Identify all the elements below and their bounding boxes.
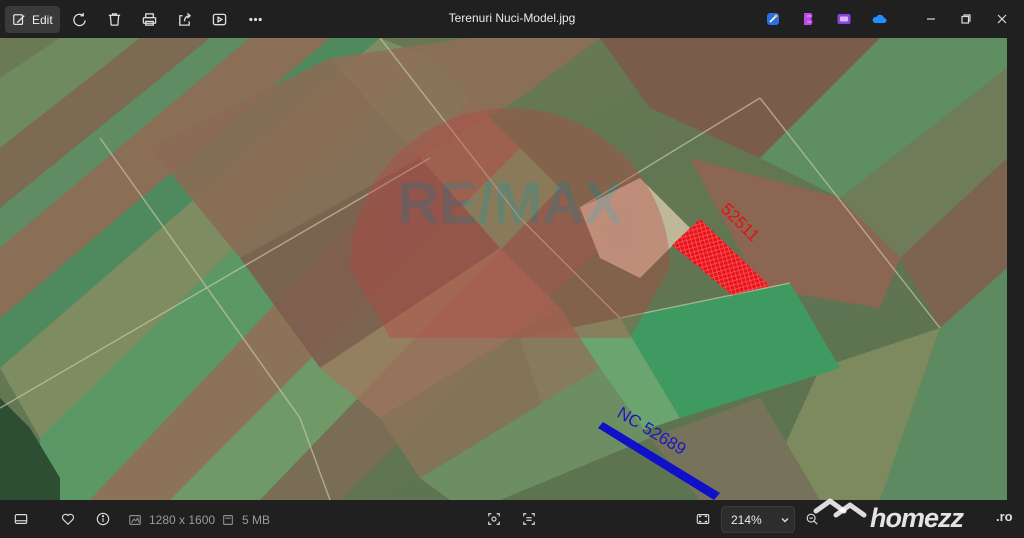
homezz-watermark-text: homezz (870, 503, 964, 533)
dimensions-icon-wrap (126, 511, 144, 529)
text-scan-button[interactable] (520, 510, 538, 528)
text-scan-icon (523, 513, 535, 525)
filmstrip-icon (14, 514, 28, 524)
print-button[interactable] (139, 9, 159, 29)
file-size-icon-wrap (219, 511, 237, 529)
delete-button[interactable] (104, 9, 124, 29)
share-icon (178, 12, 191, 26)
zoom-level: 214% (731, 512, 762, 527)
file-size-icon (223, 515, 233, 525)
file-info-button[interactable] (94, 510, 112, 528)
fit-to-window-button[interactable] (694, 510, 712, 528)
restore-icon (961, 14, 971, 24)
print-icon (142, 12, 156, 26)
photos-icon[interactable] (836, 11, 852, 27)
delete-icon (108, 12, 120, 26)
onedrive-icon[interactable] (871, 11, 887, 27)
slideshow-button[interactable] (209, 9, 229, 29)
edit-label: Edit (32, 12, 53, 27)
filmstrip-button[interactable] (12, 510, 30, 528)
clipchamp-icon[interactable] (801, 11, 817, 27)
homezz-watermark-suffix: .ro (996, 509, 1013, 524)
minimize-button[interactable] (921, 9, 941, 29)
visual-search-button[interactable] (485, 510, 503, 528)
fit-to-window-icon (696, 514, 710, 524)
edit-button[interactable]: Edit (5, 6, 60, 33)
chevron-down-icon (781, 517, 789, 522)
slideshow-icon (212, 13, 226, 25)
heart-icon (61, 513, 75, 526)
aerial-photo: RE/MAX 52511 NC 52689 (0, 38, 1007, 500)
rotate-button[interactable] (69, 9, 89, 29)
remax-logo-text: RE/MAX (397, 171, 623, 236)
restore-button[interactable] (956, 9, 976, 29)
vertical-scrollbar[interactable] (1007, 38, 1024, 500)
more-icon (248, 17, 262, 21)
close-icon (997, 14, 1007, 24)
info-icon (96, 512, 110, 526)
image-dimensions: 1280 x 1600 (149, 513, 216, 527)
share-button[interactable] (174, 9, 194, 29)
image-canvas[interactable]: RE/MAX 52511 NC 52689 (0, 38, 1007, 500)
rotate-icon (72, 12, 86, 26)
title-bar: Edit Terenuri Nuci-Model.jpg (0, 0, 1024, 38)
visual-search-icon (488, 513, 500, 525)
more-button[interactable] (245, 9, 265, 29)
close-button[interactable] (992, 9, 1012, 29)
designer-icon[interactable] (765, 11, 781, 27)
minimize-icon (927, 18, 935, 20)
edit-icon (13, 13, 25, 25)
dimensions-icon (129, 515, 141, 525)
file-size: 5 MB (242, 513, 271, 527)
zoom-dropdown[interactable]: 214% (721, 506, 795, 533)
favorite-button[interactable] (59, 510, 77, 528)
